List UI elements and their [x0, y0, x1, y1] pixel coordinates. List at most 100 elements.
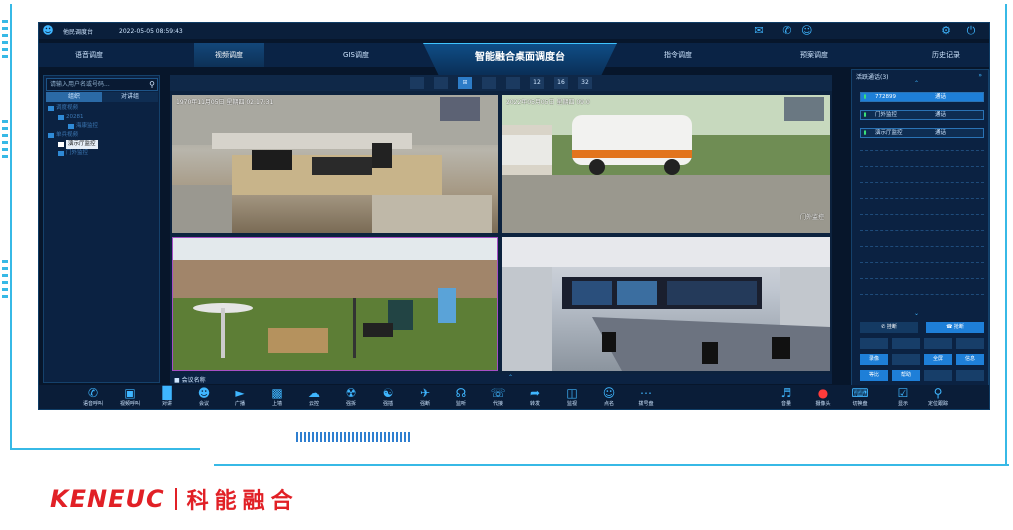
call-status-icon: ▮	[863, 130, 867, 136]
tool-label: 强插	[382, 401, 393, 407]
tab-intercom-group[interactable]: 对讲组	[102, 92, 158, 102]
meeting-name-label: ■ 会议名称	[174, 377, 206, 384]
tool-label: 监听	[455, 401, 466, 407]
tab-command-dispatch[interactable]: 指令调度	[643, 43, 713, 67]
meeting-button[interactable]: ☻ 会议	[190, 386, 218, 408]
volume-button[interactable]: ♬ 音量	[772, 386, 800, 408]
empty-slot	[860, 262, 984, 263]
tool-label: 云控	[308, 401, 319, 407]
video-caption: 门外监控	[799, 214, 824, 221]
camera-icon	[58, 142, 64, 147]
tab-video-dispatch[interactable]: 视频调度	[194, 43, 264, 67]
video-call-button[interactable]: ▣ 视频呼叫	[116, 386, 144, 408]
empty-slot	[860, 246, 984, 247]
empty-slot	[860, 278, 984, 279]
switch-panel-button[interactable]: ⌨ 切换盘	[846, 386, 874, 408]
tree-item-label: 调度视频	[56, 105, 79, 111]
cloud-icon: ☁	[308, 386, 320, 400]
cloud-control-button[interactable]: ☁ 云控	[300, 386, 328, 408]
voice-call-button[interactable]: ✆ 语音呼叫	[79, 386, 107, 408]
call-item-3[interactable]: ▮ 演示厅监控 通话	[860, 128, 984, 138]
app-title: 智能融合桌面调度台	[423, 43, 617, 75]
layout-4-grid[interactable]: ⊞	[458, 77, 472, 89]
tool-label: 代接	[492, 401, 503, 407]
tool-label: 切换盘	[852, 401, 868, 407]
search-icon[interactable]: ⚲	[149, 79, 155, 90]
forward-button[interactable]: ➦ 转发	[521, 386, 549, 408]
tab-history[interactable]: 历史记录	[911, 43, 981, 67]
contacts-icon[interactable]: ☺	[801, 25, 931, 37]
rollcall-button[interactable]: ☺ 点名	[595, 386, 623, 408]
tool-label: 音量	[780, 401, 791, 407]
tree-item[interactable]: 调度视频	[48, 104, 158, 113]
tree-item[interactable]: 20281	[48, 113, 158, 122]
expand-arrows-icon[interactable]: »	[978, 72, 982, 79]
phone-icon[interactable]: ✆	[773, 25, 801, 37]
video-tile-4[interactable]	[502, 237, 830, 371]
broadcast-button[interactable]: ► 广播	[226, 386, 254, 408]
display-button[interactable]: ☑ 显示	[889, 386, 917, 408]
tree-item[interactable]: 海康监控	[48, 122, 158, 131]
layout-9[interactable]	[506, 77, 520, 89]
layout-4[interactable]	[434, 77, 448, 89]
tool-label: 拨号盘	[638, 401, 654, 407]
fullscreen-button[interactable]: 全屏	[924, 354, 952, 365]
search-input[interactable]: 请输入用户名或号码... ⚲	[46, 78, 158, 91]
record-button[interactable]: 录像	[860, 354, 888, 365]
settings-gear-icon[interactable]: ⚙	[931, 25, 961, 37]
tab-voice-dispatch[interactable]: 语音调度	[39, 43, 139, 67]
tree-item[interactable]: 门外监控	[48, 149, 158, 158]
tab-organization[interactable]: 组织	[46, 92, 102, 102]
layout-12[interactable]: 12	[530, 77, 544, 89]
help-button[interactable]: 帮助	[892, 370, 920, 381]
call-item-2[interactable]: ▮ 门外监控 通话	[860, 110, 984, 120]
aspect-button[interactable]: 等比	[860, 370, 888, 381]
scroll-up-icon[interactable]: ⌃	[914, 80, 919, 87]
tree-item-label: 单兵视频	[56, 132, 79, 138]
video-tile-3[interactable]	[172, 237, 498, 371]
chat-icon[interactable]: ✉	[745, 25, 773, 37]
tool-label: 监视	[566, 401, 577, 407]
layout-32[interactable]: 32	[578, 77, 592, 89]
layout-6[interactable]	[482, 77, 496, 89]
user-icon[interactable]: ☻	[41, 24, 55, 38]
right-panel: 活跃通话(3) » ⌃ ▮ 772899 通话 ▮ 门外监控 通话 ▮ 演示厅监…	[851, 69, 989, 387]
intercom-button[interactable]: █ 对讲	[153, 386, 181, 408]
meeting-label-text: 会议名称	[181, 377, 206, 384]
grab-button[interactable]: ☎ 抢断	[926, 322, 984, 333]
power-icon[interactable]: ⏻	[961, 25, 981, 37]
video-tile-1[interactable]: 1970年11月05日 星期四 02:17:31	[172, 95, 498, 233]
empty-slot	[860, 230, 984, 231]
force-insert-button[interactable]: ☯ 强插	[374, 386, 402, 408]
folder-icon	[48, 133, 54, 138]
camera-icon: ●	[817, 386, 829, 400]
tab-gis-dispatch[interactable]: GIS调度	[321, 43, 391, 67]
layout-1[interactable]	[410, 77, 424, 89]
monitor-button[interactable]: ◫ 监视	[558, 386, 586, 408]
camera-button[interactable]: ● 摄像头	[809, 386, 837, 408]
listen-button[interactable]: ☊ 监听	[447, 386, 475, 408]
hangup-button[interactable]: ✆ 挂断	[860, 322, 918, 333]
force-disconnect-button[interactable]: ✈ 强断	[411, 386, 439, 408]
tab-plan-dispatch[interactable]: 预案调度	[779, 43, 849, 67]
call-item-1[interactable]: ▮ 772899 通话	[860, 92, 984, 102]
video-tile-2[interactable]: 2022年05月05日 星期四 09:0 门外监控	[502, 95, 830, 233]
dialpad-button[interactable]: ⋯ 拨号盘	[632, 386, 660, 408]
tool-label: 摄像头	[815, 401, 831, 407]
wall-button[interactable]: ▩ 上墙	[263, 386, 291, 408]
volume-icon: ♬	[780, 386, 792, 400]
pickup-button[interactable]: ☏ 代接	[484, 386, 512, 408]
info-button[interactable]: 信息	[956, 354, 984, 365]
layout-16[interactable]: 16	[554, 77, 568, 89]
call-status-icon: ▮	[863, 112, 867, 118]
frame-bottom-line	[10, 448, 200, 450]
tree-item[interactable]: 单兵视频	[48, 131, 158, 140]
tool-label: 强断	[419, 401, 430, 407]
meeting-expand-icon[interactable]: ⌃	[508, 374, 513, 381]
locate-button[interactable]: ⚲ 定位跟踪	[924, 386, 952, 408]
tool-label: 广播	[234, 401, 245, 407]
force-release-button[interactable]: ☢ 强拆	[337, 386, 365, 408]
scroll-down-icon[interactable]: ⌄	[914, 310, 919, 317]
tool-label: 定位跟踪	[927, 401, 948, 407]
tree-item-selected[interactable]: 演示厅监控	[48, 140, 158, 149]
